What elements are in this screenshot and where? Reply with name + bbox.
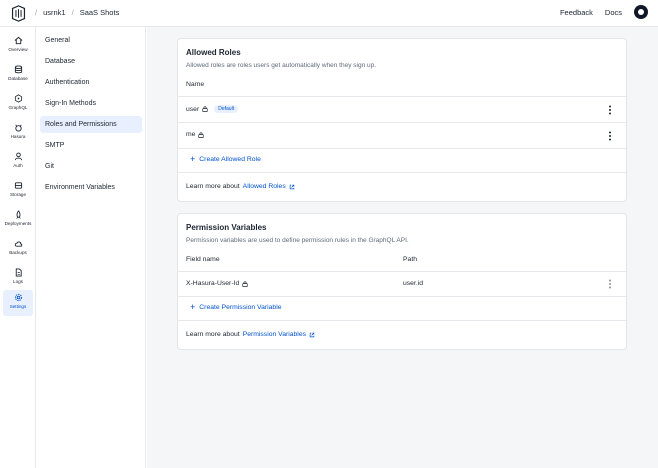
column-header-path: Path: [403, 256, 417, 263]
permission-variables-card: Permission Variables Permission variable…: [177, 213, 627, 350]
create-permission-variable-label: Create Permission Variable: [199, 304, 282, 311]
nav-label: Backups: [9, 250, 27, 255]
permission-variables-docs-link[interactable]: Permission Variables: [243, 331, 306, 338]
home-icon: [14, 36, 22, 45]
settings-nav-database[interactable]: Database: [40, 53, 142, 70]
create-permission-variable-button[interactable]: + Create Permission Variable: [190, 302, 282, 312]
table-row: me: [178, 122, 626, 148]
nav-deployments[interactable]: Deployments: [3, 207, 33, 231]
nav-label: Logs: [13, 279, 23, 284]
learn-more: Learn more about Permission Variables: [186, 331, 315, 338]
graphql-icon: [14, 94, 22, 103]
database-icon: [14, 65, 22, 74]
column-header-field-name: Field name: [186, 256, 220, 263]
permission-variables-title: Permission Variables: [186, 223, 267, 232]
role-name-text: me: [186, 131, 196, 138]
card-footer: Learn more about Allowed Roles: [178, 172, 626, 202]
settings-nav-roles-and-permissions[interactable]: Roles and Permissions: [40, 116, 142, 133]
settings-nav-environment-variables[interactable]: Environment Variables: [40, 179, 142, 196]
card-footer: Learn more about Permission Variables: [178, 320, 626, 349]
role-name-text: user: [186, 105, 200, 113]
settings-nav-authentication[interactable]: Authentication: [40, 74, 142, 91]
allowed-roles-title: Allowed Roles: [186, 48, 241, 57]
nav-logs[interactable]: Logs: [3, 265, 33, 289]
lock-icon: [198, 131, 205, 138]
nav-storage[interactable]: Storage: [3, 178, 33, 202]
table-row: X-Hasura-User-Id user.id: [178, 271, 626, 296]
settings-nav-general[interactable]: General: [40, 32, 142, 49]
allowed-roles-description: Allowed roles are roles users get automa…: [186, 62, 377, 69]
allowed-roles-card: Allowed Roles Allowed roles are roles us…: [177, 38, 627, 202]
nav-label: Hasura: [10, 134, 26, 139]
nav-graphql[interactable]: GraphQL: [3, 91, 33, 115]
main-content: Allowed Roles Allowed roles are roles us…: [147, 27, 658, 468]
nav-auth[interactable]: Auth: [3, 149, 33, 173]
external-link-icon: [289, 184, 294, 189]
default-badge: Default: [214, 105, 239, 113]
column-header-name: Name: [186, 81, 205, 88]
nav-settings[interactable]: Settings: [3, 290, 33, 316]
lock-icon: [242, 280, 248, 287]
settings-nav-smtp[interactable]: SMTP: [40, 137, 142, 154]
avatar[interactable]: [634, 5, 648, 19]
feedback-button[interactable]: Feedback: [560, 8, 593, 17]
cloud-icon: [14, 241, 22, 247]
breadcrumb-project[interactable]: SaaS Shots: [80, 8, 120, 17]
nav-database[interactable]: Database: [3, 62, 33, 86]
table-row: user Default: [178, 96, 626, 122]
create-allowed-role-button[interactable]: + Create Allowed Role: [190, 154, 261, 164]
breadcrumb-workspace[interactable]: usrnk1: [43, 8, 66, 17]
nav-label: Overview: [8, 47, 28, 52]
add-row: + Create Permission Variable: [178, 296, 626, 320]
nav-label: Database: [8, 76, 28, 81]
storage-icon: [14, 182, 22, 189]
role-name: user Default: [186, 105, 239, 113]
hasura-icon: [14, 124, 22, 132]
nav-label: Auth: [13, 163, 23, 168]
permission-variables-description: Permission variables are used to define …: [186, 237, 409, 244]
plus-icon: +: [190, 154, 196, 164]
breadcrumb: / usrnk1 / SaaS Shots: [35, 8, 119, 17]
path-value: user.id: [403, 280, 424, 287]
learn-more-prefix: Learn more about: [186, 331, 240, 338]
more-options-icon[interactable]: [608, 279, 612, 289]
header-actions: Feedback Docs: [560, 5, 648, 19]
breadcrumb-separator: /: [35, 8, 38, 17]
learn-more: Learn more about Allowed Roles: [186, 183, 295, 190]
field-name: X-Hasura-User-Id: [186, 280, 248, 287]
nav-label: GraphQL: [8, 105, 28, 110]
field-name-text: X-Hasura-User-Id: [186, 280, 240, 287]
nav-hasura[interactable]: Hasura: [3, 120, 33, 144]
settings-nav-git[interactable]: Git: [40, 158, 142, 175]
lock-icon: [202, 106, 208, 112]
breadcrumb-separator: /: [71, 8, 74, 17]
nav-label: Storage: [9, 192, 27, 197]
more-options-icon[interactable]: [608, 105, 612, 115]
create-allowed-role-label: Create Allowed Role: [199, 156, 261, 163]
nhost-logo-icon[interactable]: [10, 5, 27, 22]
nav-label: Deployments: [4, 221, 32, 226]
learn-more-prefix: Learn more about: [186, 183, 240, 190]
rocket-icon: [15, 210, 21, 219]
gear-icon: [14, 293, 22, 302]
more-options-icon[interactable]: [608, 131, 612, 141]
settings-nav-sign-in-methods[interactable]: Sign-In Methods: [40, 95, 142, 112]
docs-link[interactable]: Docs: [605, 8, 622, 17]
settings-nav: General Database Authentication Sign-In …: [36, 27, 146, 468]
file-icon: [15, 268, 22, 277]
nav-label: Settings: [9, 304, 27, 309]
plus-icon: +: [190, 302, 196, 312]
role-name: me: [186, 131, 205, 138]
allowed-roles-docs-link[interactable]: Allowed Roles: [243, 183, 286, 190]
nav-backups[interactable]: Backups: [3, 236, 33, 260]
external-link-icon: [309, 332, 315, 337]
nav-overview[interactable]: Overview: [3, 33, 33, 57]
primary-nav: Overview Database GraphQL Hasura Auth St…: [0, 27, 36, 468]
top-bar: / usrnk1 / SaaS Shots Feedback Docs: [0, 0, 658, 27]
user-icon: [14, 152, 22, 161]
add-row: + Create Allowed Role: [178, 148, 626, 172]
